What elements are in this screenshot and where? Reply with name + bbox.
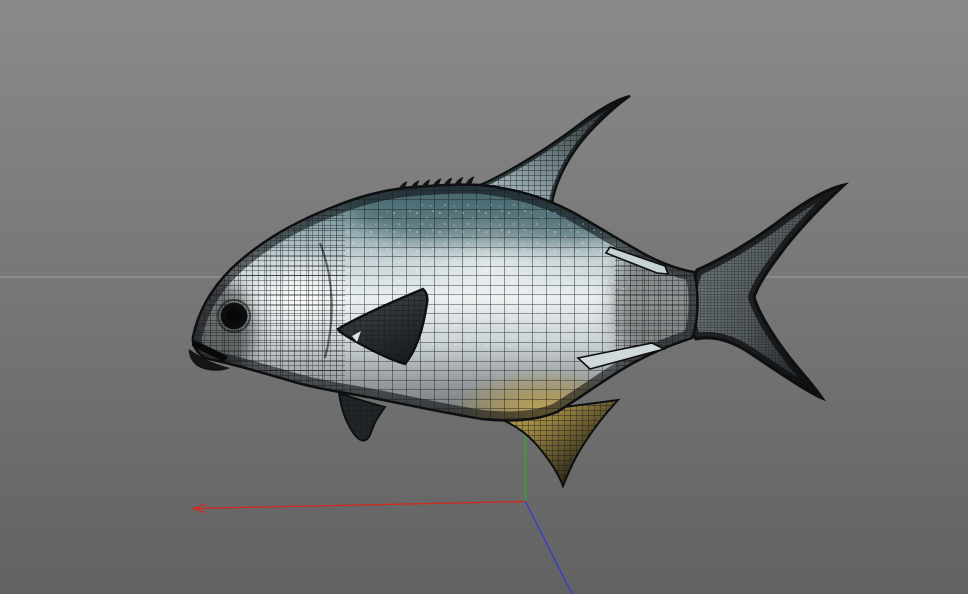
fish-eye[interactable]: [217, 299, 251, 333]
axis-z-blue[interactable]: [524, 501, 573, 594]
axis-x-red[interactable]: [193, 500, 526, 510]
fish-body[interactable]: [170, 178, 723, 450]
axis-gizmo[interactable]: [190, 430, 573, 594]
fish-model[interactable]: [170, 94, 846, 487]
scene-svg: [0, 94, 968, 594]
tail-fin[interactable]: [688, 183, 846, 400]
viewport-3d[interactable]: [0, 0, 968, 594]
